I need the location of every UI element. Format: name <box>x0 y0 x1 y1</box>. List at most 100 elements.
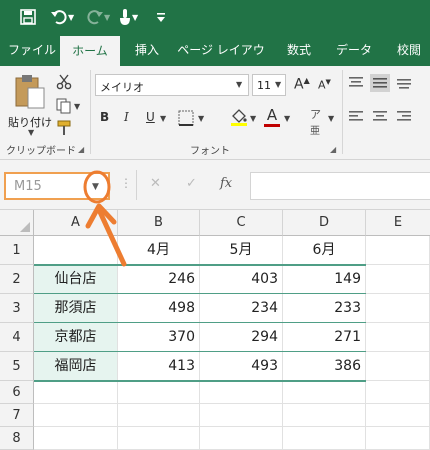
column-header-d[interactable]: D <box>283 210 366 236</box>
undo-icon[interactable]: ▼ <box>50 8 74 26</box>
cell-d1[interactable]: 6月 <box>283 236 366 265</box>
align-center-icon[interactable] <box>372 110 388 127</box>
column-header-c[interactable]: C <box>200 210 283 236</box>
fill-color-icon[interactable] <box>230 108 248 129</box>
row-header-8[interactable]: 8 <box>0 427 34 450</box>
borders-icon[interactable] <box>178 110 194 129</box>
cell-b4[interactable]: 370 <box>118 323 200 352</box>
cell-d2[interactable]: 149 <box>283 265 366 294</box>
tab-home[interactable]: ホーム <box>60 36 120 66</box>
cell-a1[interactable] <box>34 236 118 265</box>
cell-d4[interactable]: 271 <box>283 323 366 352</box>
formula-bar-grip-icon[interactable]: ⋮ <box>120 176 132 190</box>
decrease-font-icon[interactable]: A▼ <box>318 78 331 92</box>
cell-b8[interactable] <box>118 427 200 450</box>
redo-icon[interactable]: ▼ <box>86 8 110 26</box>
tab-review[interactable]: 校閲 <box>388 34 430 66</box>
row-header-4[interactable]: 4 <box>0 323 34 352</box>
cell-e7[interactable] <box>366 404 430 427</box>
cell-c2[interactable]: 403 <box>200 265 283 294</box>
row-header-2[interactable]: 2 <box>0 265 34 294</box>
cell-d5[interactable]: 386 <box>283 352 366 381</box>
cell-e4[interactable] <box>366 323 430 352</box>
font-color-icon[interactable]: A <box>264 106 280 127</box>
cell-b3[interactable]: 498 <box>118 294 200 323</box>
name-box-dropdown-icon[interactable]: ▼ <box>92 182 99 192</box>
cell-c8[interactable] <box>200 427 283 450</box>
align-left-icon[interactable] <box>348 110 364 127</box>
insert-function-icon[interactable]: fx <box>220 176 232 191</box>
format-painter-icon[interactable] <box>56 120 72 139</box>
paste-button[interactable]: 貼り付け ▼ <box>8 72 52 137</box>
cell-a4[interactable]: 京都店 <box>34 323 118 352</box>
cell-d8[interactable] <box>283 427 366 450</box>
cell-e2[interactable] <box>366 265 430 294</box>
touch-mode-icon[interactable]: ▼ <box>118 8 138 26</box>
column-header-a[interactable]: A <box>34 210 118 236</box>
underline-button[interactable]: U <box>146 110 155 124</box>
cell-a8[interactable] <box>34 427 118 450</box>
bold-button[interactable]: B <box>100 110 109 124</box>
tab-data[interactable]: データ <box>328 34 380 66</box>
row-header-1[interactable]: 1 <box>0 236 34 265</box>
phonetic-icon[interactable]: ア亜 <box>310 106 321 137</box>
cell-d3[interactable]: 233 <box>283 294 366 323</box>
confirm-entry-icon[interactable]: ✓ <box>186 176 197 191</box>
cell-b1[interactable]: 4月 <box>118 236 200 265</box>
cell-b6[interactable] <box>118 381 200 404</box>
cell-b2[interactable]: 246 <box>118 265 200 294</box>
font-name-select[interactable]: メイリオ ▼ <box>95 74 249 96</box>
save-icon[interactable] <box>20 8 36 26</box>
undo-dropdown-icon[interactable]: ▼ <box>68 13 74 22</box>
cell-a3[interactable]: 那須店 <box>34 294 118 323</box>
clipboard-launcher-icon[interactable]: ◢ <box>78 145 84 154</box>
tab-formulas[interactable]: 数式 <box>276 34 322 66</box>
top-align-icon[interactable] <box>348 76 364 93</box>
copy-dropdown-icon[interactable]: ▼ <box>74 102 80 111</box>
cell-e5[interactable] <box>366 352 430 381</box>
cell-a2[interactable]: 仙台店 <box>34 265 118 294</box>
underline-dropdown-icon[interactable]: ▼ <box>160 114 166 123</box>
bottom-align-icon[interactable] <box>396 76 412 93</box>
cell-c3[interactable]: 234 <box>200 294 283 323</box>
cell-e6[interactable] <box>366 381 430 404</box>
tab-page-layout[interactable]: ページ レイアウト <box>172 34 270 89</box>
cell-a7[interactable] <box>34 404 118 427</box>
font-size-select[interactable]: 11 ▼ <box>252 74 286 96</box>
cell-e8[interactable] <box>366 427 430 450</box>
cell-b7[interactable] <box>118 404 200 427</box>
cancel-entry-icon[interactable]: ✕ <box>150 176 161 191</box>
tab-file[interactable]: ファイル <box>6 34 58 66</box>
row-header-7[interactable]: 7 <box>0 404 34 427</box>
tab-insert[interactable]: 挿入 <box>124 34 170 66</box>
font-launcher-icon[interactable]: ◢ <box>330 145 336 154</box>
phonetic-dropdown-icon[interactable]: ▼ <box>328 114 334 123</box>
cell-b5[interactable]: 413 <box>118 352 200 381</box>
italic-button[interactable]: I <box>124 110 129 124</box>
cell-e3[interactable] <box>366 294 430 323</box>
paste-dropdown-icon[interactable]: ▼ <box>28 128 34 137</box>
select-all-corner[interactable] <box>0 210 34 236</box>
name-box[interactable]: M15 ▼ <box>4 172 110 200</box>
cell-e1[interactable] <box>366 236 430 265</box>
cell-d7[interactable] <box>283 404 366 427</box>
row-header-3[interactable]: 3 <box>0 294 34 323</box>
cut-icon[interactable] <box>56 74 72 93</box>
increase-font-icon[interactable]: A▲ <box>294 76 310 93</box>
align-right-icon[interactable] <box>396 110 412 127</box>
cell-c5[interactable]: 493 <box>200 352 283 381</box>
cell-c7[interactable] <box>200 404 283 427</box>
formula-input[interactable] <box>250 172 430 200</box>
cell-a6[interactable] <box>34 381 118 404</box>
row-header-6[interactable]: 6 <box>0 381 34 404</box>
column-header-e[interactable]: E <box>366 210 430 236</box>
borders-dropdown-icon[interactable]: ▼ <box>198 114 204 123</box>
cell-c6[interactable] <box>200 381 283 404</box>
copy-icon[interactable]: ▼ <box>56 98 80 117</box>
row-header-5[interactable]: 5 <box>0 352 34 381</box>
font-color-dropdown-icon[interactable]: ▼ <box>284 114 290 123</box>
cell-c1[interactable]: 5月 <box>200 236 283 265</box>
fill-color-dropdown-icon[interactable]: ▼ <box>250 114 256 123</box>
column-header-b[interactable]: B <box>118 210 200 236</box>
cell-c4[interactable]: 294 <box>200 323 283 352</box>
